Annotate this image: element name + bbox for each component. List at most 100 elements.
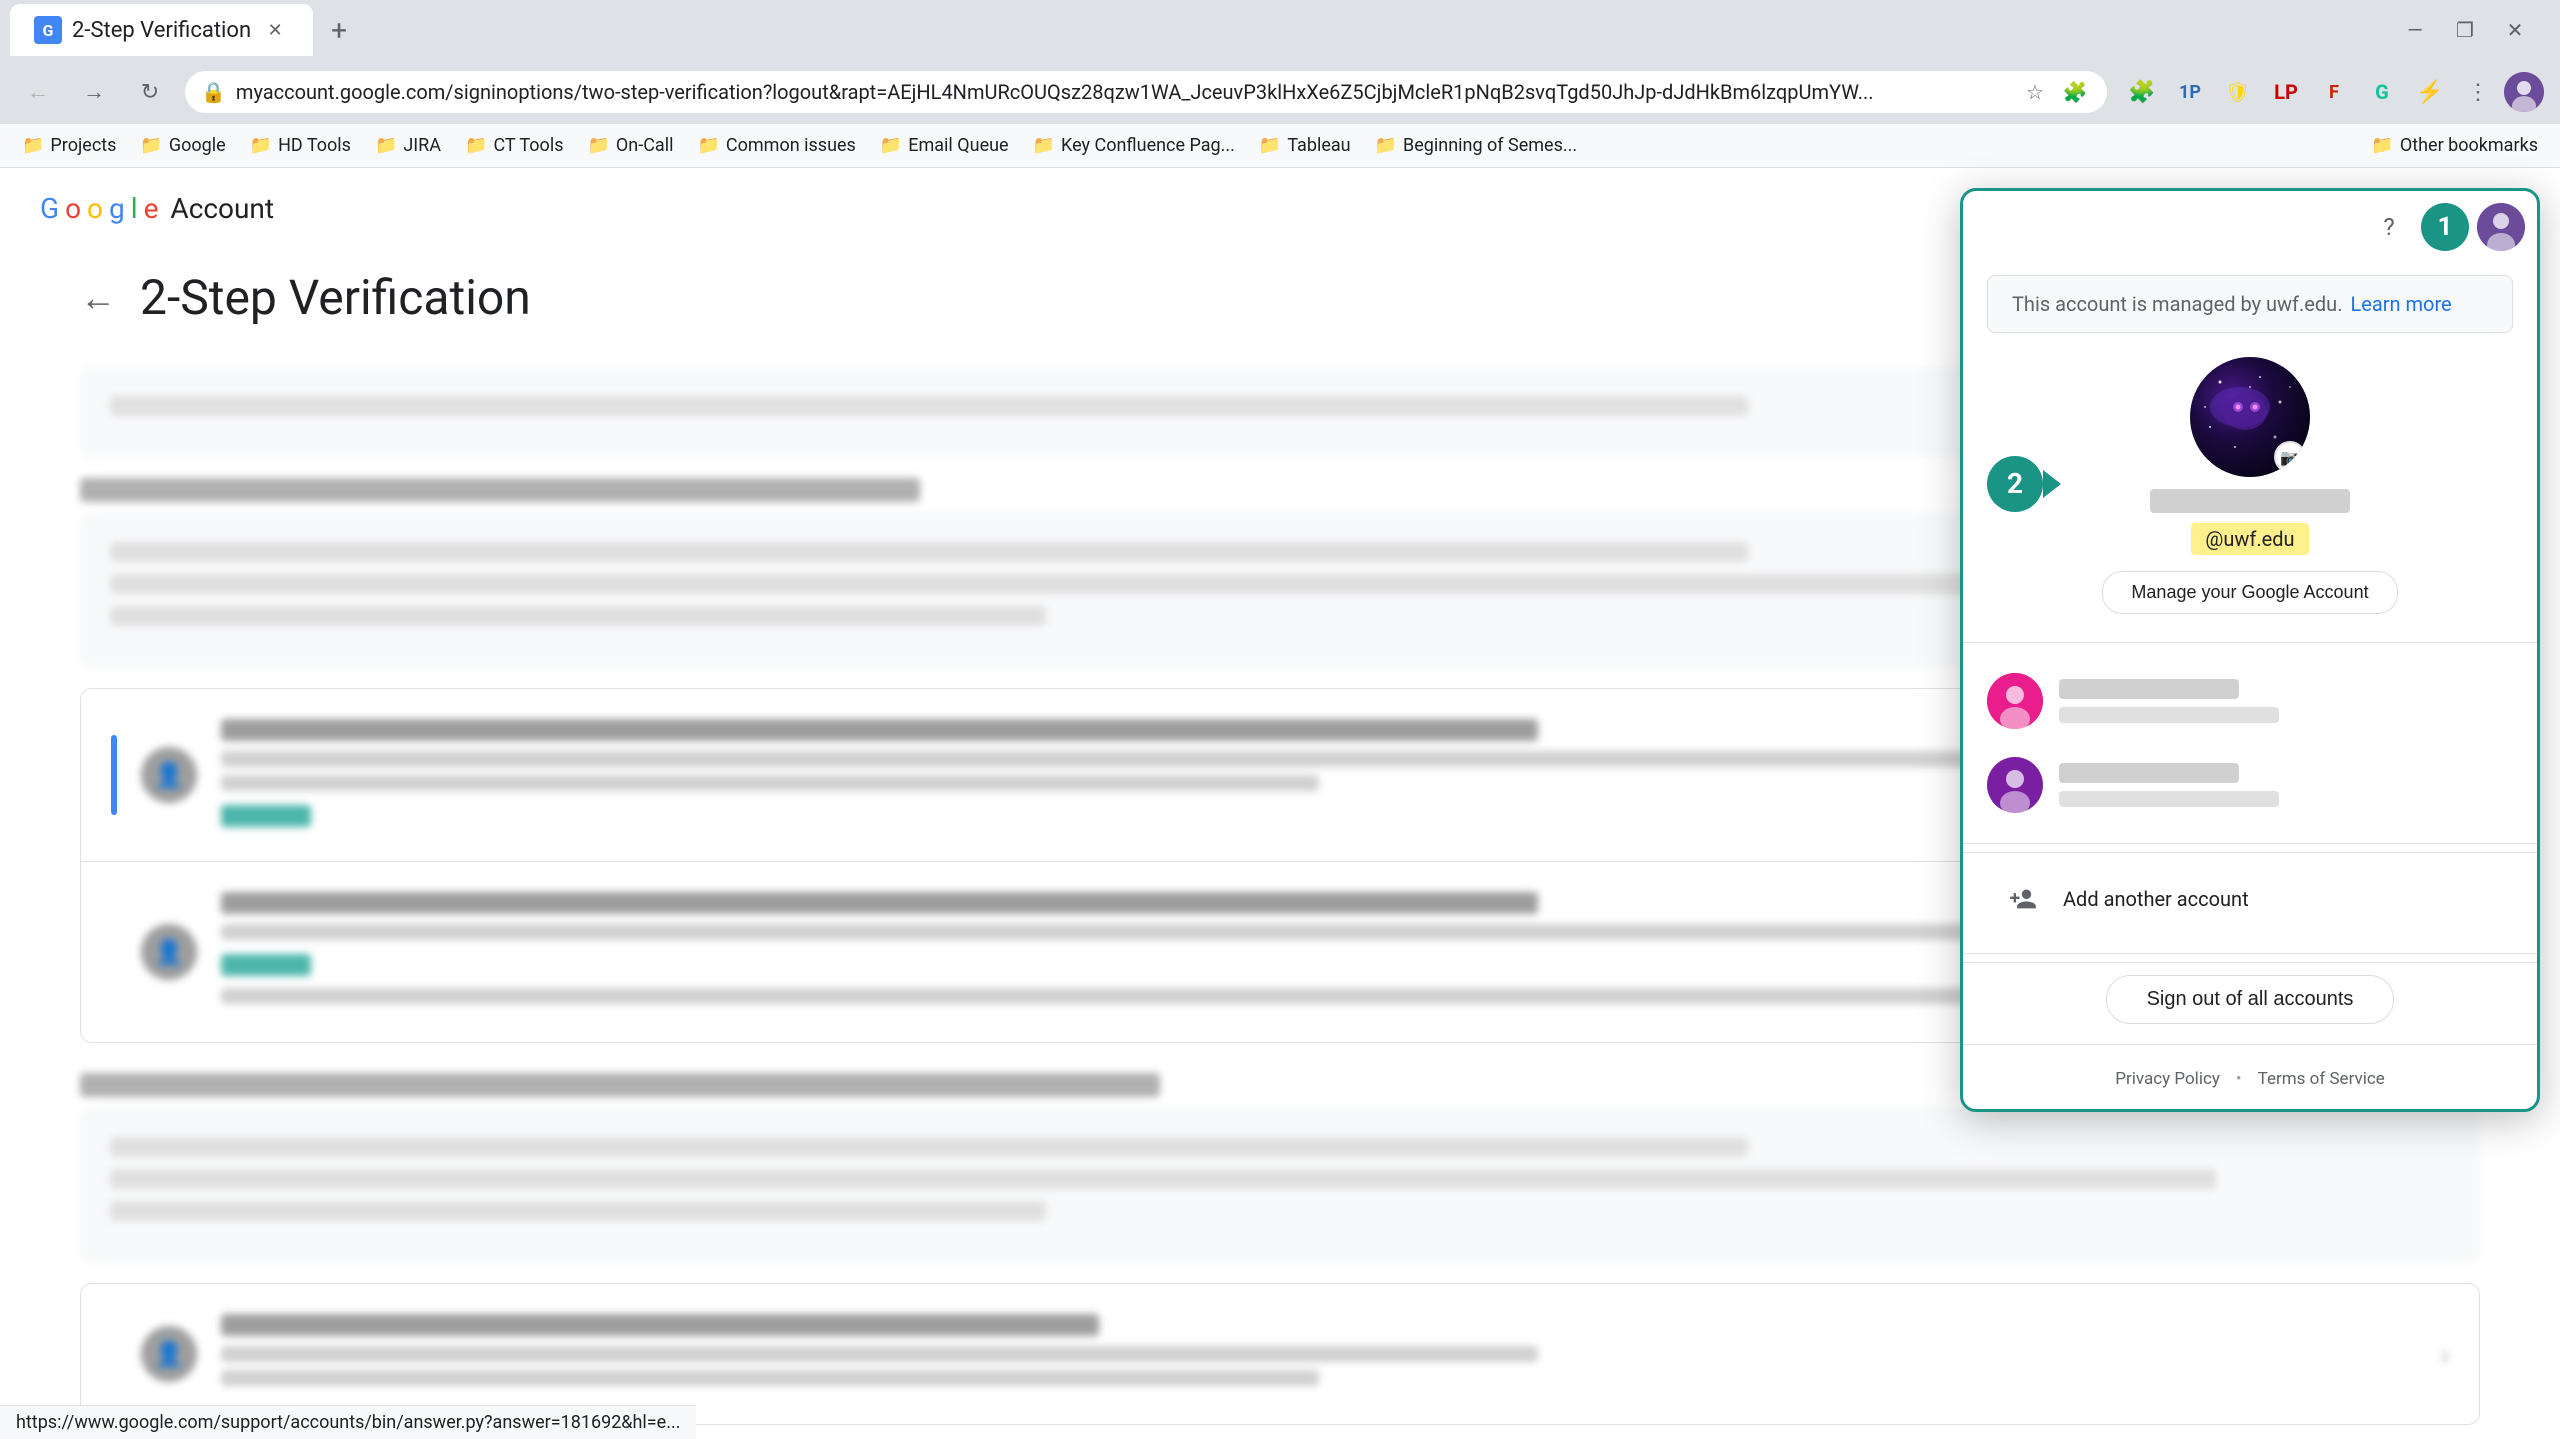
tab-close-button[interactable]: ✕ <box>261 16 289 44</box>
bookmark-cttools[interactable]: 📁 CT Tools <box>455 131 573 160</box>
dropdown-header: ? 1 <box>1963 191 2537 251</box>
bookmark-jira[interactable]: 📁 JIRA <box>365 131 451 160</box>
method-avatar-1: 👤 <box>141 747 197 803</box>
profile-header-button[interactable] <box>2477 203 2525 251</box>
account-number-header-badge: 1 <box>2421 203 2469 251</box>
forward-button[interactable]: → <box>72 70 116 114</box>
other-account-info-2 <box>2059 763 2513 807</box>
url-bar[interactable]: 🔒 myaccount.google.com/signinoptions/two… <box>184 70 2108 114</box>
account-email-blur <box>2059 707 2279 723</box>
extensions-icon[interactable]: 🧩 <box>2059 76 2091 108</box>
manage-account-button[interactable]: Manage your Google Account <box>2102 571 2397 614</box>
bookmark-star-icon[interactable]: ☆ <box>2019 76 2051 108</box>
chrome-menu-icon[interactable]: ⋮ <box>2456 70 2500 114</box>
foxit-icon[interactable]: F <box>2312 70 2356 114</box>
refresh-button[interactable]: ↻ <box>128 70 172 114</box>
account-number-badge: 2 <box>1987 456 2061 512</box>
divider-2 <box>1963 843 2537 844</box>
bookmark-label: HD Tools <box>278 135 351 156</box>
google-g: G <box>40 192 59 225</box>
bookmark-confluence[interactable]: 📁 Key Confluence Pag... <box>1023 131 1245 160</box>
method-info-3 <box>221 1314 2417 1394</box>
folder-icon: 📁 <box>250 135 272 156</box>
extra-extension-icon[interactable]: ⚡ <box>2408 70 2452 114</box>
other-account-2[interactable] <box>1987 743 2513 827</box>
back-arrow[interactable]: ← <box>80 277 116 319</box>
bookmark-email-queue[interactable]: 📁 Email Queue <box>870 131 1019 160</box>
bookmark-projects[interactable]: 📁 Projects <box>12 131 126 160</box>
sign-out-button[interactable]: Sign out of all accounts <box>2106 975 2395 1024</box>
tab-bar: G 2-Step Verification ✕ + — ❐ ✕ <box>0 0 2560 60</box>
method-title-2 <box>221 892 1538 914</box>
back-button[interactable]: ← <box>16 70 60 114</box>
grammarly-icon[interactable]: G <box>2360 70 2404 114</box>
bookmark-label: JIRA <box>403 135 441 156</box>
footer-separator: • <box>2236 1069 2242 1089</box>
bookmark-hdtools[interactable]: 📁 HD Tools <box>240 131 361 160</box>
bookmark-common-issues[interactable]: 📁 Common issues <box>687 131 865 160</box>
blurred-line <box>110 396 1748 416</box>
method-arrow-3: › <box>2441 1338 2449 1371</box>
managed-notice: This account is managed by uwf.edu. Lear… <box>1987 275 2513 333</box>
profile-avatar: 📷 <box>2190 357 2310 477</box>
other-account-avatar-1 <box>1987 673 2043 729</box>
lastpass-icon[interactable]: LP <box>2264 70 2308 114</box>
folder-icon: 📁 <box>1375 135 1397 156</box>
secure-icon: 🔒 <box>201 80 226 104</box>
status-url: https://www.google.com/support/accounts/… <box>16 1412 680 1433</box>
managed-text: This account is managed by uwf.edu. <box>2012 292 2342 316</box>
new-tab-button[interactable]: + <box>315 6 363 54</box>
other-account-1[interactable] <box>1987 659 2513 743</box>
blurred-content-3 <box>80 1107 2480 1263</box>
account-name-blur <box>2059 679 2239 699</box>
minimize-button[interactable]: — <box>2400 15 2430 45</box>
method-title <box>221 719 1538 741</box>
account-email-badge: @uwf.edu <box>2191 523 2308 555</box>
maximize-button[interactable]: ❐ <box>2450 15 2480 45</box>
toolbar-icons: 🧩 1P 🛡 LP F G ⚡ ⋮ <box>2120 70 2544 114</box>
camera-badge[interactable]: 📷 <box>2274 441 2306 473</box>
folder-icon: 📁 <box>465 135 487 156</box>
divider-4 <box>1963 1044 2537 1045</box>
account-dropdown: ? 1 This account is managed by uwf.edu. … <box>1960 188 2540 1112</box>
privacy-policy-link[interactable]: Privacy Policy <box>2115 1069 2220 1089</box>
blurred-header <box>80 478 920 502</box>
folder-icon: 📁 <box>1033 135 1055 156</box>
folder-icon: 📁 <box>140 135 162 156</box>
divider-3 <box>1963 953 2537 954</box>
other-account-avatar-2 <box>1987 757 2043 813</box>
tab-title: 2-Step Verification <box>72 18 251 43</box>
profile-button[interactable] <box>2504 72 2544 112</box>
bookmark-beginning-of-semes[interactable]: 📁 Beginning of Semes... <box>1365 131 1588 160</box>
bookmark-tableau[interactable]: 📁 Tableau <box>1249 131 1361 160</box>
bookmark-other[interactable]: 📁 Other bookmarks <box>2361 131 2548 160</box>
url-text: myaccount.google.com/signinoptions/two-s… <box>236 80 2009 104</box>
active-tab[interactable]: G 2-Step Verification ✕ <box>10 4 313 56</box>
window-controls: — ❐ ✕ <box>2400 15 2550 45</box>
bookmark-oncall[interactable]: 📁 On-Call <box>577 131 683 160</box>
add-account-button[interactable]: Add another account <box>1987 861 2513 937</box>
terms-of-service-link[interactable]: Terms of Service <box>2258 1069 2385 1089</box>
bookmark-label: Projects <box>50 135 116 156</box>
account-email-blur-2 <box>2059 791 2279 807</box>
norton-icon[interactable]: 🛡 <box>2216 70 2260 114</box>
1password-icon[interactable]: 1P <box>2168 70 2212 114</box>
extensions-puzzle-icon[interactable]: 🧩 <box>2120 70 2164 114</box>
main-content: Google Account ← 2-Step Verification <box>0 168 2560 1439</box>
action-buttons-section: Add another account <box>1963 852 2537 945</box>
folder-icon: 📁 <box>2371 135 2393 156</box>
bookmark-label: Other bookmarks <box>2400 135 2538 156</box>
folder-icon: 📁 <box>375 135 397 156</box>
bookmark-google[interactable]: 📁 Google <box>130 131 235 160</box>
help-icon-button[interactable]: ? <box>2365 203 2413 251</box>
close-window-button[interactable]: ✕ <box>2500 15 2530 45</box>
method-item-3[interactable]: 👤 › <box>81 1284 2479 1424</box>
bookmark-label: Common issues <box>726 135 856 156</box>
other-accounts-section <box>1963 651 2537 835</box>
method-avatar-2: 👤 <box>141 924 197 980</box>
learn-more-link[interactable]: Learn more <box>2350 292 2451 316</box>
badge-arrow <box>2043 470 2061 498</box>
bookmark-label: Key Confluence Pag... <box>1061 135 1235 156</box>
folder-icon: 📁 <box>22 135 44 156</box>
google-logo: Google <box>40 192 158 225</box>
